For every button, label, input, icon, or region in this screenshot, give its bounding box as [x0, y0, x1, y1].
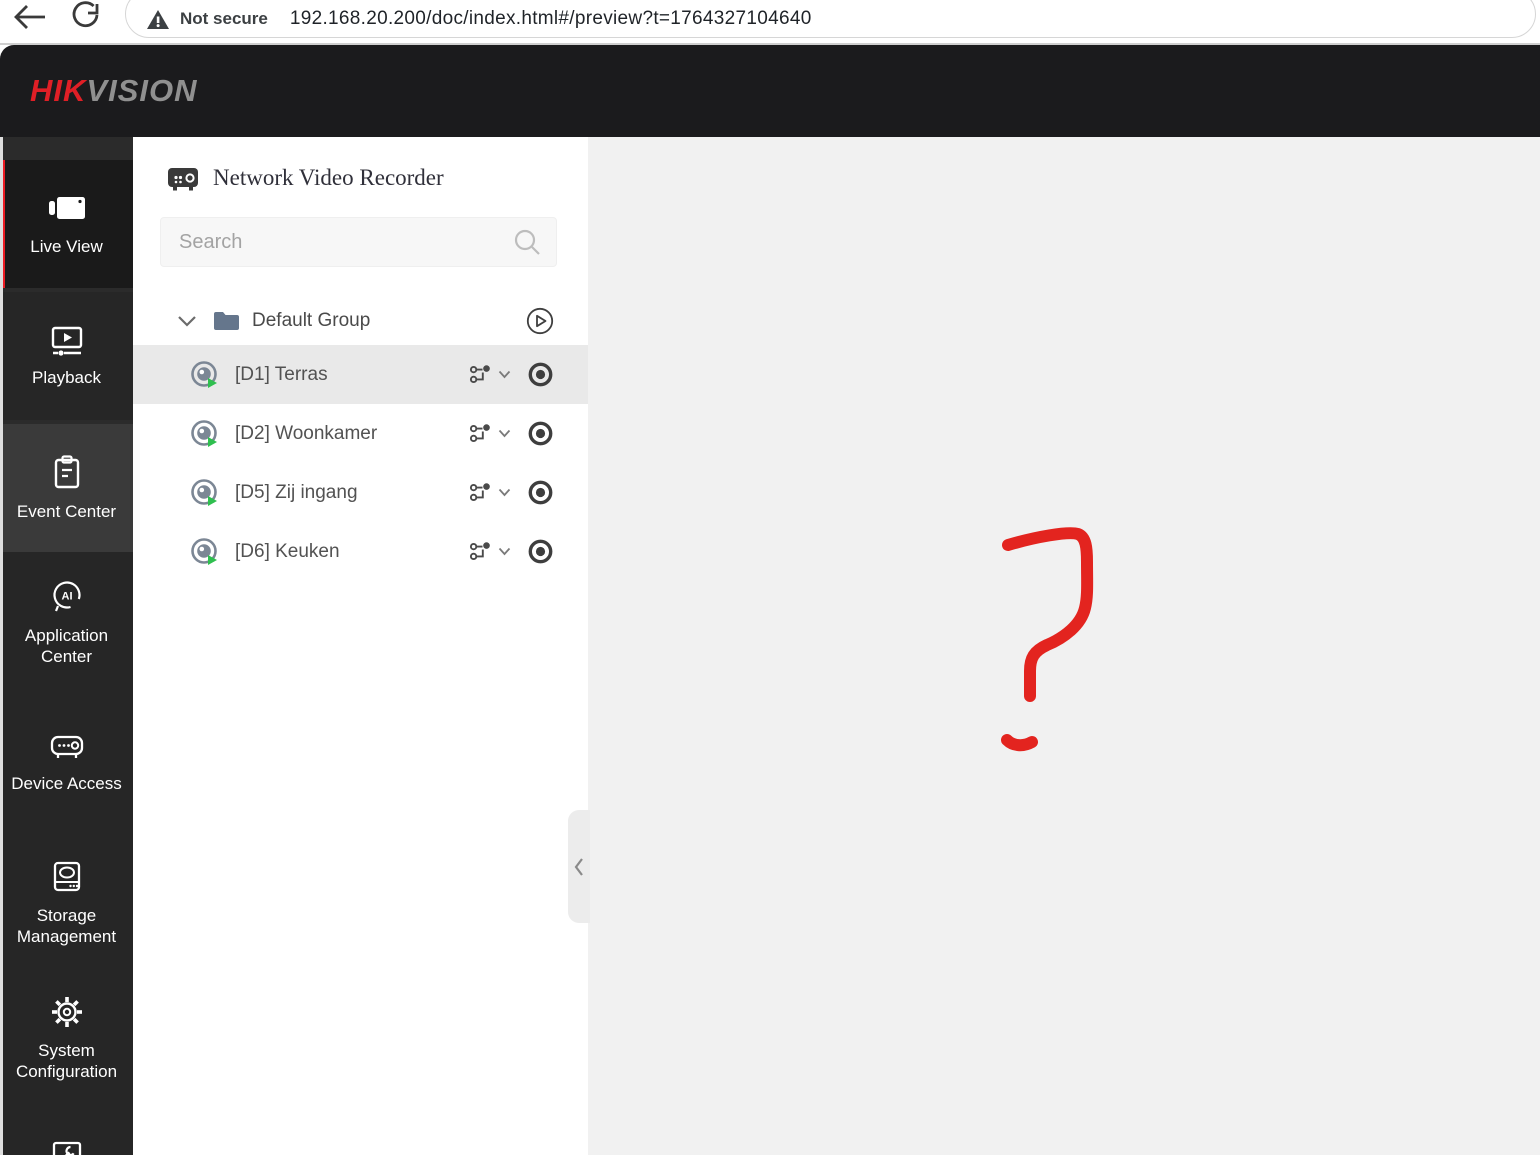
camera-dome-icon	[191, 360, 217, 388]
live-view-stage	[588, 137, 1540, 1155]
stream-type-icon	[469, 365, 490, 384]
sidebar-item-label: Application Center	[24, 625, 109, 666]
app-window: HIKVISION Live View Playback Event Cente…	[0, 45, 1540, 1155]
security-label[interactable]: Not secure	[180, 9, 268, 29]
svg-text:AI: AI	[61, 590, 72, 602]
window-left-edge	[0, 137, 3, 1155]
record-icon[interactable]	[527, 420, 554, 447]
chevron-left-icon	[574, 857, 583, 876]
logo-vision: VISION	[86, 73, 198, 108]
camera-row-d2[interactable]: [D2] Woonkamer	[133, 404, 588, 463]
device-title-row: Network Video Recorder	[166, 163, 444, 193]
record-icon[interactable]	[527, 538, 554, 565]
clipboard-icon	[54, 455, 79, 489]
device-box-icon	[50, 735, 83, 758]
sidebar-item-application-center[interactable]: AI Application Center	[0, 552, 133, 692]
sidebar-item-label: Playback	[32, 368, 101, 387]
stream-type-icon	[469, 542, 490, 561]
camera-dome-icon	[191, 478, 217, 506]
sidebar: Live View Playback Event Center AI Appli…	[0, 137, 133, 1155]
gear-icon	[51, 996, 82, 1027]
app-body: Live View Playback Event Center AI Appli…	[0, 137, 1540, 1155]
camera-dome-icon	[191, 419, 217, 447]
ai-head-icon: AI	[52, 580, 81, 611]
camera-row-d6[interactable]: [D6] Keuken	[133, 522, 588, 581]
chevron-down-icon	[498, 547, 511, 556]
sidebar-item-playback[interactable]: Playback	[0, 292, 133, 420]
sidebar-item-storage-management[interactable]: Storage Management	[0, 832, 133, 972]
search-icon[interactable]	[512, 227, 542, 257]
camera-label[interactable]: [D2] Woonkamer	[235, 423, 377, 445]
sidebar-item-event-center[interactable]: Event Center	[0, 424, 133, 552]
stream-type-icon	[469, 483, 490, 502]
stream-select-button[interactable]	[469, 541, 511, 562]
stream-select-button[interactable]	[469, 482, 511, 503]
browser-refresh-button[interactable]	[66, 0, 106, 34]
sidebar-item-label: System Configuration	[15, 1040, 118, 1081]
hikvision-logo: HIKVISION	[30, 73, 197, 109]
record-icon[interactable]	[527, 361, 554, 388]
chevron-down-icon	[498, 429, 511, 438]
camera-dome-icon	[191, 537, 217, 565]
logo-hik: HIK	[30, 73, 87, 108]
sidebar-item-label: Storage Management	[16, 905, 117, 946]
device-tree-panel: Network Video Recorder Search Default Gr…	[133, 137, 588, 1155]
hard-drive-icon	[53, 861, 80, 891]
play-all-icon[interactable]	[526, 307, 554, 335]
stream-select-button[interactable]	[469, 423, 511, 444]
sidebar-item-system-configuration[interactable]: System Configuration	[0, 972, 133, 1102]
stream-select-button[interactable]	[469, 364, 511, 385]
sidebar-item-live-view[interactable]: Live View	[0, 160, 133, 288]
back-arrow-icon	[14, 5, 45, 29]
warning-triangle-icon	[147, 9, 169, 29]
camera-label[interactable]: [D5] Zij ingang	[235, 482, 358, 504]
url-text[interactable]: 192.168.20.200/doc/index.html#/preview?t…	[290, 8, 812, 30]
camera-row-d5[interactable]: [D5] Zij ingang	[133, 463, 588, 522]
sidebar-item-label: Live View	[30, 237, 103, 256]
group-label[interactable]: Default Group	[252, 310, 370, 332]
device-tree: Default Group [D1] Terras [D2] Woonkamer…	[133, 297, 588, 581]
device-title: Network Video Recorder	[213, 165, 444, 190]
camera-row-d1[interactable]: [D1] Terras	[133, 345, 588, 404]
record-icon[interactable]	[527, 479, 554, 506]
address-bar[interactable]: Not secure 192.168.20.200/doc/index.html…	[125, 0, 1536, 38]
nvr-icon	[168, 168, 198, 191]
sidebar-item-label: Device Access	[11, 774, 122, 793]
app-header: HIKVISION	[0, 45, 1540, 137]
stream-type-icon	[469, 424, 490, 443]
sidebar-item-label: Event Center	[16, 502, 117, 521]
screen: Not secure 192.168.20.200/doc/index.html…	[0, 0, 1540, 1155]
search-box	[160, 217, 557, 267]
sidebar-item-device-access[interactable]: Device Access	[0, 692, 133, 832]
chevron-down-icon[interactable]	[176, 312, 198, 330]
sidebar-spacer	[0, 137, 133, 160]
camera-label[interactable]: [D1] Terras	[235, 364, 328, 386]
folder-icon	[214, 312, 239, 330]
camera-label[interactable]: [D6] Keuken	[235, 541, 340, 563]
browser-toolbar: Not secure 192.168.20.200/doc/index.html…	[0, 0, 1540, 45]
video-camera-icon	[48, 197, 85, 219]
panel-collapse-handle[interactable]	[568, 810, 590, 923]
group-row-default-group[interactable]: Default Group	[133, 297, 588, 345]
browser-back-button[interactable]	[10, 0, 50, 34]
sidebar-item-maintenance[interactable]: Maintenance	[0, 1102, 133, 1155]
chevron-down-icon	[498, 370, 511, 379]
search-input[interactable]	[161, 230, 512, 254]
refresh-icon	[72, 1, 99, 28]
play-screen-icon	[51, 326, 82, 356]
wrench-screen-icon	[52, 1141, 81, 1155]
chevron-down-icon	[498, 488, 511, 497]
